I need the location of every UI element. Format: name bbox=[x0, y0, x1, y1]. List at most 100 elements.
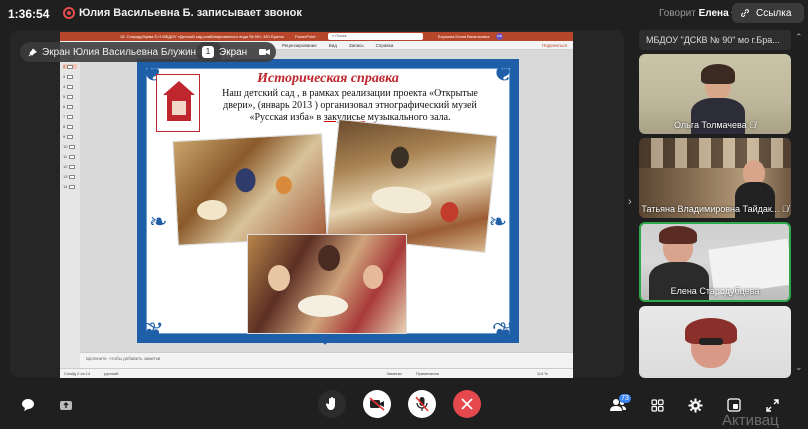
language: русский bbox=[104, 371, 119, 376]
speaking-label: Говорит bbox=[659, 8, 696, 19]
recording-status: Юлия Васильевна Б. записывает звонок bbox=[79, 7, 302, 19]
grid-icon bbox=[650, 398, 664, 412]
slide-text-line: Наш детский сад , в рамках реализации пр… bbox=[222, 88, 478, 99]
gear-icon bbox=[688, 398, 702, 412]
powerpoint-title-bar: 18. Стародубцева Е.Н.МБДОУ «Детский сад … bbox=[60, 32, 573, 41]
link-button-label: Ссылка bbox=[756, 7, 792, 19]
thumbnail-slide[interactable]: 7 bbox=[63, 114, 77, 119]
slide-body-text: Наш детский сад , в рамках реализации пр… bbox=[205, 88, 495, 124]
link-icon bbox=[741, 9, 749, 17]
tab-record[interactable]: Запись bbox=[349, 43, 364, 48]
current-slide[interactable]: ❦ ❦ ❦ ❦ ❧ ❧ ✥ Историческая справка Наш д… bbox=[137, 56, 519, 350]
screen-badge-label: Экран bbox=[219, 46, 248, 58]
thumbnail-slide[interactable]: 10 bbox=[63, 144, 77, 149]
mic-off-icon: 🎙̸ bbox=[749, 120, 756, 130]
grid-layout-button[interactable] bbox=[648, 396, 666, 414]
participant-glasses bbox=[699, 338, 723, 345]
participant-hair bbox=[659, 226, 697, 244]
mic-off-icon bbox=[415, 396, 429, 412]
pip-icon bbox=[727, 398, 741, 412]
mic-off-icon: 🎙̸ bbox=[781, 204, 789, 214]
speaking-indicator: Говорит Елена С. bbox=[659, 8, 741, 19]
participant-school-tile[interactable]: МБДОУ "ДСКВ № 90" мо г.Бра... bbox=[639, 30, 791, 50]
user-name: Блужина Юлия Васильевна bbox=[438, 34, 490, 39]
participant-tile-active-speaker[interactable]: Елена Стародубцева bbox=[639, 222, 791, 302]
notes-pane[interactable]: Щелкните, чтобы добавить заметки bbox=[80, 352, 573, 368]
chevron-right-icon[interactable]: › bbox=[628, 196, 632, 208]
screen-share-toggle[interactable]: 1 Экран bbox=[196, 42, 276, 62]
participant-tile[interactable]: Татьяна Владимировна Тайдак... 🎙̸ bbox=[639, 138, 791, 218]
participant-name: Елена Стародубцева bbox=[670, 286, 760, 296]
chat-icon bbox=[22, 399, 34, 411]
chevron-up-icon[interactable]: ⌃ bbox=[795, 32, 803, 43]
reactions-button[interactable] bbox=[57, 396, 75, 414]
thumbnail-slide[interactable]: 9 bbox=[63, 134, 77, 139]
thumbnail-slide[interactable]: 6 bbox=[63, 104, 77, 109]
arrow-up-box-icon bbox=[60, 401, 72, 410]
thumbnail-slide[interactable]: 14 bbox=[63, 184, 77, 189]
hand-icon bbox=[325, 397, 335, 410]
participant-tile[interactable]: Ольга Толмачева 🎙̸ bbox=[639, 54, 791, 134]
slide-thumbnails: 1 2 3 4 5 6 7 8 9 10 11 12 13 14 bbox=[60, 50, 80, 356]
document-title: 18. Стародубцева Е.Н.МБДОУ «Детский сад … bbox=[120, 34, 284, 39]
slide-counter: Слайд 2 из 14 bbox=[64, 371, 91, 376]
ornament-icon: ❧ bbox=[149, 209, 168, 234]
copy-link-button[interactable]: Ссылка bbox=[732, 3, 804, 23]
close-icon bbox=[461, 398, 473, 410]
notes-toggle[interactable]: Заметки bbox=[386, 371, 401, 376]
tab-view[interactable]: Вид bbox=[329, 43, 337, 48]
recording-icon bbox=[63, 7, 75, 19]
pinned-screen-text: Экран Юлия Васильевна Блужина bbox=[42, 46, 202, 58]
user-avatar[interactable]: ЮБ bbox=[496, 33, 503, 40]
powerpoint-search[interactable]: ⌕ Поиск bbox=[328, 33, 423, 40]
settings-button[interactable] bbox=[686, 396, 704, 414]
slide-text-line: двери», (январь 2013 ) организовал этног… bbox=[223, 100, 477, 111]
ornament-icon: ❦ bbox=[141, 317, 165, 348]
end-call-button[interactable] bbox=[453, 390, 481, 418]
thumbnail-slide[interactable]: 4 bbox=[63, 84, 77, 89]
thumbnail-slide[interactable]: 8 bbox=[63, 124, 77, 129]
pin-icon bbox=[28, 48, 37, 56]
participant-hair bbox=[701, 64, 735, 84]
app-name: PowerPoint bbox=[295, 34, 316, 39]
comments-toggle[interactable]: Примечания bbox=[416, 371, 439, 376]
search-icon: ⌕ bbox=[332, 33, 335, 38]
thumbnail-slide[interactable]: 12 bbox=[63, 164, 77, 169]
participant-tile[interactable] bbox=[639, 306, 791, 378]
thumbnail-slide[interactable]: 11 bbox=[63, 154, 77, 159]
call-timer: 1:36:54 bbox=[8, 7, 50, 21]
participant-body bbox=[649, 262, 709, 300]
tab-review[interactable]: Рецензирование bbox=[282, 43, 317, 48]
pinned-screen-label[interactable]: Экран Юлия Васильевна Блужина bbox=[20, 42, 223, 62]
windows-activation-watermark: Активац bbox=[722, 412, 779, 429]
thumbnail-slide[interactable]: 5 bbox=[63, 94, 77, 99]
ornament-icon: ❧ bbox=[488, 209, 507, 234]
thumbnail-slide[interactable]: 13 bbox=[63, 174, 77, 179]
thumbnail-slide[interactable]: 3 bbox=[63, 74, 77, 79]
museum-photo bbox=[326, 118, 498, 254]
camera-toggle-button[interactable] bbox=[363, 390, 391, 418]
museum-photo bbox=[247, 234, 407, 334]
zoom-level[interactable]: 114 % bbox=[537, 371, 548, 376]
share-button[interactable]: Поделиться bbox=[542, 43, 567, 48]
chevron-down-icon[interactable]: ⌄ bbox=[795, 362, 803, 373]
thumbnail-slide[interactable]: 2 bbox=[63, 64, 77, 69]
raise-hand-button[interactable] bbox=[318, 390, 346, 418]
participant-name: Татьяна Владимировна Тайдак... 🎙̸ bbox=[641, 204, 789, 214]
microphone-toggle-button[interactable] bbox=[408, 390, 436, 418]
top-bar: 1:36:54 Юлия Васильевна Б. записывает зв… bbox=[0, 0, 808, 28]
search-placeholder: Поиск bbox=[335, 33, 347, 38]
powerpoint-window: 18. Стародубцева Е.Н.МБДОУ «Детский сад … bbox=[60, 32, 573, 378]
slide-title: Историческая справка bbox=[257, 71, 399, 86]
tab-help[interactable]: Справка bbox=[376, 43, 394, 48]
camera-icon bbox=[259, 49, 270, 55]
participant-name: Ольга Толмачева 🎙̸ bbox=[674, 120, 756, 130]
slide-editor-area: ❦ ❦ ❦ ❦ ❧ ❧ ✥ Историческая справка Наш д… bbox=[80, 50, 573, 352]
expand-icon bbox=[765, 398, 779, 412]
ornament-icon: ❦ bbox=[491, 317, 515, 348]
chat-button[interactable] bbox=[19, 396, 37, 414]
powerpoint-status-bar: Слайд 2 из 14 русский Заметки Примечания… bbox=[60, 368, 573, 378]
museum-photo bbox=[172, 133, 328, 246]
screen-count: 1 bbox=[202, 46, 214, 58]
participants-count-badge: 73 bbox=[619, 394, 631, 403]
